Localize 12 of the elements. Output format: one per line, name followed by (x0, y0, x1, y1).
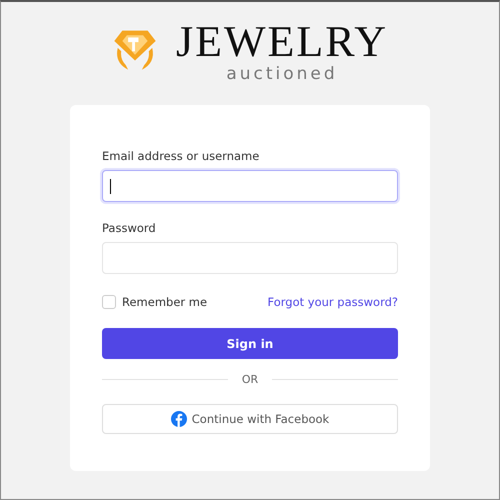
facebook-icon (170, 411, 187, 427)
remember-checkbox[interactable] (102, 295, 116, 309)
input-field[interactable] (102, 170, 398, 202)
remember-label: Remember me (122, 295, 208, 309)
forgot-password-link[interactable]: Forgot your password? (268, 295, 398, 309)
field-label: Email address or username (102, 149, 260, 163)
logo-subtitle: auctioned (226, 64, 338, 84)
sign-in-button[interactable]: Sign in (102, 328, 398, 359)
logo-title: JEWELRY (176, 20, 388, 64)
divider-text: OR (242, 373, 258, 386)
field-label: Password (102, 221, 157, 235)
facebook-button[interactable]: Continue with Facebook (102, 404, 398, 434)
